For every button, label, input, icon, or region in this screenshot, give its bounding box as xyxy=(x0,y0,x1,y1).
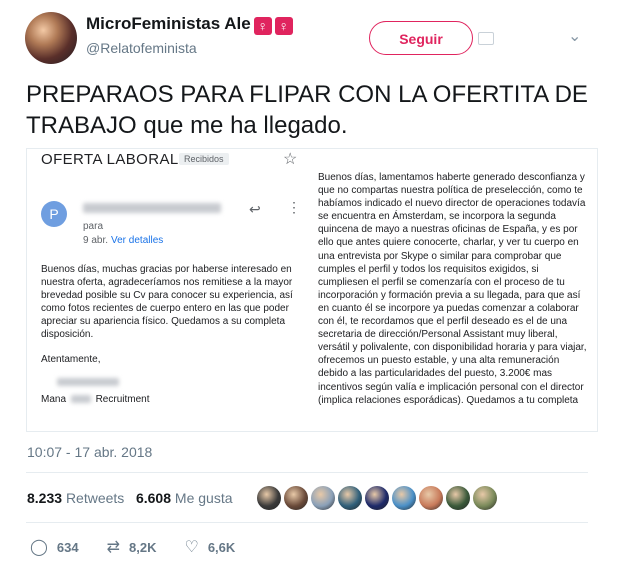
author-name[interactable]: MicroFeministas Ale ♀ ♀ xyxy=(86,14,293,35)
like-count[interactable]: 6.608 xyxy=(136,490,171,506)
liker-avatar[interactable] xyxy=(392,486,416,510)
to-label: para xyxy=(83,221,104,232)
email-screenshot: OFERTA LABORAL. Recibidos ☆ P para 9 abr… xyxy=(26,148,598,432)
signature-name-blurred xyxy=(57,378,119,386)
tweet-timestamp[interactable]: 10:07 - 17 abr. 2018 xyxy=(27,444,152,460)
retweet-button[interactable]: ⇄ 8,2K xyxy=(107,537,157,557)
reply-icon: ↩ xyxy=(249,201,261,217)
signature-line: Mana Recruitment xyxy=(41,394,150,405)
liker-avatar[interactable] xyxy=(446,486,470,510)
liker-avatar[interactable] xyxy=(473,486,497,510)
email-body-left: Buenos días, muchas gracias por haberse … xyxy=(41,264,293,340)
star-icon: ☆ xyxy=(283,151,298,168)
retweet-icon: ⇄ xyxy=(106,539,121,556)
liker-avatar[interactable] xyxy=(311,486,335,510)
retweet-label[interactable]: Retweets xyxy=(66,490,124,506)
reply-button[interactable]: ◯ 634 xyxy=(30,537,79,557)
details-link: Ver detalles xyxy=(111,235,164,246)
like-label[interactable]: Me gusta xyxy=(175,490,233,506)
liker-avatar[interactable] xyxy=(284,486,308,510)
author-avatar[interactable] xyxy=(25,12,77,64)
sender-avatar: P xyxy=(41,201,67,227)
liker-avatars xyxy=(257,486,497,510)
engagement-stats: 8.233 Retweets 6.608 Me gusta xyxy=(27,490,233,506)
author-handle[interactable]: @Relatofeminista xyxy=(86,40,197,56)
like-button[interactable]: ♡ 6,6K xyxy=(184,537,235,557)
email-closing: Atentamente, xyxy=(41,354,101,365)
liker-avatar[interactable] xyxy=(257,486,281,510)
signature-company-blurred xyxy=(70,395,91,404)
heart-icon: ♡ xyxy=(184,539,199,556)
tweet-actions: ◯ 634 ⇄ 8,2K ♡ 6,6K xyxy=(30,537,263,557)
female-sign-icon: ♀ xyxy=(274,17,293,35)
block-icon[interactable] xyxy=(478,32,494,45)
more-options-icon: ⋮ xyxy=(287,199,301,215)
chevron-down-icon[interactable]: ⌄ xyxy=(568,26,581,46)
tweet-text: PREPARAOS PARA FLIPAR CON LA OFERTITA DE… xyxy=(26,81,588,139)
follow-button[interactable]: Seguir xyxy=(369,21,473,55)
reply-bubble-icon: ◯ xyxy=(30,539,48,556)
liker-avatar[interactable] xyxy=(338,486,362,510)
divider xyxy=(26,522,588,523)
email-subject: OFERTA LABORAL. xyxy=(41,151,184,168)
female-sign-icon: ♀ xyxy=(253,17,272,35)
liker-avatar[interactable] xyxy=(419,486,443,510)
inbox-tag: Recibidos xyxy=(179,153,229,165)
email-body-right: Buenos días, lamentamos haberte generado… xyxy=(318,172,587,406)
email-time: 9 abr. xyxy=(83,235,109,246)
sender-address-blurred xyxy=(83,203,221,213)
retweet-count[interactable]: 8.233 xyxy=(27,490,62,506)
divider xyxy=(26,472,588,473)
liker-avatar[interactable] xyxy=(365,486,389,510)
